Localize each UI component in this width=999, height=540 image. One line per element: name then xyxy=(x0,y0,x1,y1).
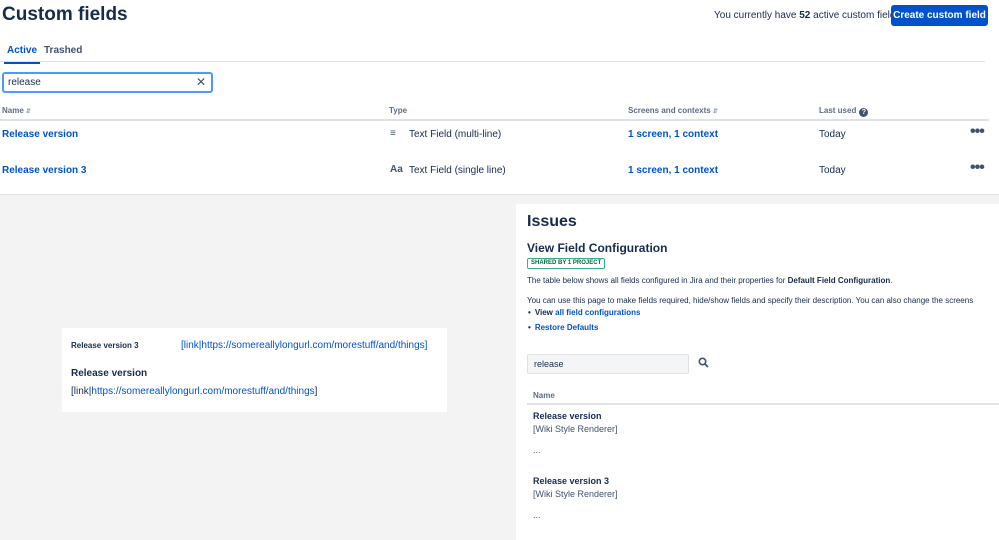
column-header-name[interactable]: Name ⇵ xyxy=(2,106,31,115)
table-row: Release version ≡ Text Field (multi-line… xyxy=(0,123,989,159)
field-value-suffix: ] xyxy=(314,386,318,397)
table-row: Release version 3 Aa Text Field (single … xyxy=(0,159,989,195)
field-name: Release version 3 xyxy=(533,476,610,486)
search-icon[interactable] xyxy=(698,357,709,371)
field-ellipsis: ... xyxy=(533,445,541,455)
field-value-link[interactable]: https://somereallylongurl.com/morestuff/… xyxy=(91,386,314,397)
link-text[interactable]: Restore Defaults xyxy=(535,323,599,332)
more-actions-icon[interactable]: ••• xyxy=(970,159,985,177)
bullet-icon: • xyxy=(528,323,531,332)
field-ellipsis: ... xyxy=(533,510,541,520)
page-title: Custom fields xyxy=(2,4,128,25)
filter-value[interactable]: release xyxy=(534,359,564,369)
more-actions-icon[interactable]: ••• xyxy=(970,123,985,141)
field-value-prefix: [link| xyxy=(71,386,92,397)
tab-active[interactable]: Active xyxy=(3,45,41,64)
shared-badge[interactable]: SHARED BY 1 PROJECT xyxy=(527,258,606,269)
description-suffix: . xyxy=(890,276,893,285)
bullet-icon: • xyxy=(528,308,531,317)
header-divider xyxy=(0,119,989,121)
link-prefix: View xyxy=(534,308,553,317)
column-header-last-used: Last used? xyxy=(819,106,869,117)
screens-contexts-link[interactable]: 1 screen, 1 context xyxy=(628,165,718,176)
text-multiline-icon: ≡ xyxy=(390,128,396,139)
last-used: Today xyxy=(819,165,846,176)
view-all-field-configurations-link[interactable]: • View all field configurations xyxy=(528,308,640,317)
field-value: [link|https://somereallylongurl.com/more… xyxy=(71,386,317,397)
issues-panel: Issues View Field Configuration SHARED B… xyxy=(516,204,999,540)
field-name-link[interactable]: Release version 3 xyxy=(2,165,87,176)
field-label: Release version 3 xyxy=(71,341,139,350)
search-value[interactable]: release xyxy=(8,77,41,88)
link-text[interactable]: all field configurations xyxy=(555,308,640,317)
column-header-screens[interactable]: Screens and contexts ⇵ xyxy=(628,106,718,115)
count-value: 52 xyxy=(799,10,811,21)
tabs-divider xyxy=(0,61,985,62)
field-value: [link|https://somereallylongurl.com/more… xyxy=(181,340,428,351)
sort-icon: ⇵ xyxy=(712,109,718,115)
custom-field-count: You currently have 52 active custom fiel… xyxy=(714,10,900,21)
column-header-screens-label: Screens and contexts xyxy=(628,106,711,115)
field-name: Release version xyxy=(533,411,602,421)
filter-input[interactable]: release xyxy=(527,354,689,374)
column-header-last-used-label: Last used xyxy=(819,106,857,115)
field-type: Text Field (single line) xyxy=(409,165,506,176)
tab-trashed[interactable]: Trashed xyxy=(44,45,82,56)
help-icon[interactable]: ? xyxy=(859,108,869,117)
field-label: Release version xyxy=(71,368,148,379)
description-text: The table below shows all fields configu… xyxy=(527,276,786,285)
column-header-name: Name xyxy=(533,391,555,400)
column-header-name-label: Name xyxy=(2,106,24,115)
close-icon[interactable]: ✕ xyxy=(196,75,206,89)
create-custom-field-button[interactable]: Create custom field xyxy=(891,5,988,26)
count-suffix: active custom fields xyxy=(813,10,901,21)
description: You can use this page to make fields req… xyxy=(527,296,974,305)
custom-fields-panel: Custom fields You currently have 52 acti… xyxy=(0,0,999,195)
issues-title: Issues xyxy=(527,213,577,230)
view-field-configuration-title: View Field Configuration xyxy=(527,241,668,255)
field-type: Text Field (multi-line) xyxy=(409,129,502,140)
column-header-type: Type xyxy=(389,106,408,115)
field-name-link[interactable]: Release version xyxy=(2,129,78,140)
configuration-name: Default Field Configuration xyxy=(787,276,891,285)
last-used: Today xyxy=(819,129,846,140)
field-renderer: [Wiki Style Renderer] xyxy=(533,424,618,434)
screens-contexts-link[interactable]: 1 screen, 1 context xyxy=(628,129,718,140)
restore-defaults-link[interactable]: • Restore Defaults xyxy=(528,323,598,332)
sort-icon: ⇵ xyxy=(25,109,31,115)
count-prefix: You currently have xyxy=(714,10,797,21)
field-renderer: [Wiki Style Renderer] xyxy=(533,489,618,499)
text-single-line-icon: Aa xyxy=(390,164,403,175)
header-divider xyxy=(527,403,999,405)
issue-field-card: Release version 3 [link|https://somereal… xyxy=(62,328,447,412)
search-input[interactable]: release ✕ xyxy=(2,72,213,93)
description: The table below shows all fields configu… xyxy=(527,276,893,285)
